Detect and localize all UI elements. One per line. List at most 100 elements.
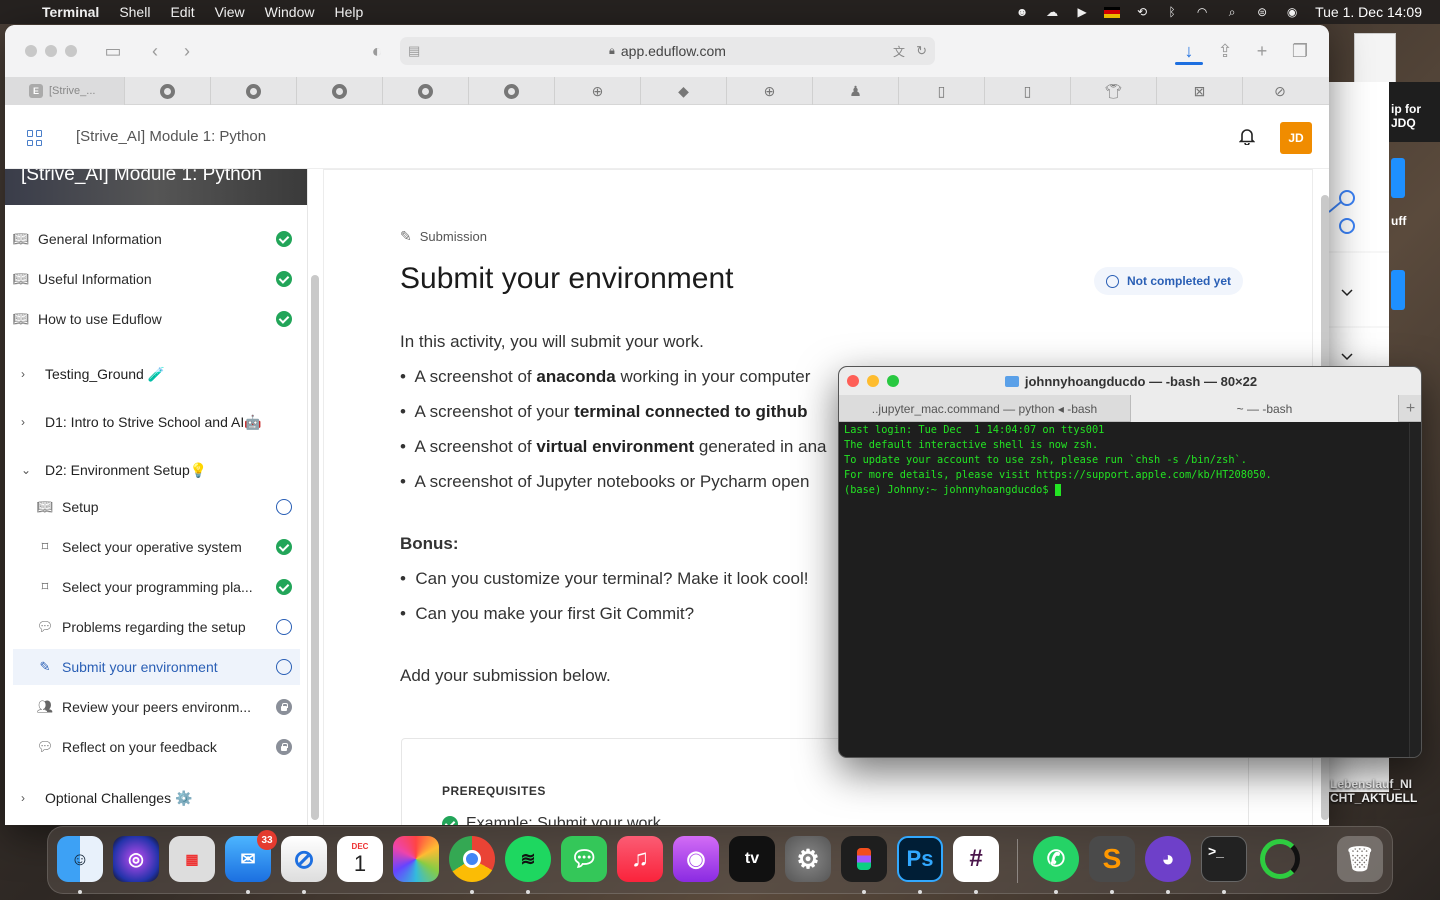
tab-x-site[interactable]: ⊠ [1157,77,1243,105]
notification-bell-icon[interactable] [1239,127,1255,145]
sidebar-scrollbar[interactable] [311,275,319,820]
tab-github-4[interactable] [383,77,469,105]
sidebar-item-reflect-feedback[interactable]: 💬︎ Reflect on your feedback [13,729,300,765]
translate-icon[interactable]: 文 [893,43,905,60]
terminal-scrollbar[interactable] [1409,423,1421,757]
desktop-file-label[interactable]: Lebenslauf_NI CHT_AKTUELL [1330,777,1417,805]
wifi-icon[interactable]: ◠ [1194,4,1210,20]
tab-github-2[interactable] [211,77,297,105]
tab-github-5[interactable] [469,77,555,105]
section-d1[interactable]: › D1: Intro to Strive School and AI🤖 [21,407,301,437]
tab-plus-site-2[interactable]: ⊕ [727,77,813,105]
dock-messages-icon[interactable]: 💬︎ [561,836,607,882]
tab-overview-icon[interactable]: ❐ [1290,41,1310,61]
terminal-tab-bash[interactable]: ~ — -bash [1131,395,1399,422]
dock-tv-icon[interactable]: tv [729,836,775,882]
dock-whatsapp-icon[interactable]: ✆ [1033,836,1079,882]
new-tab-plus-icon[interactable]: + [1399,395,1421,422]
siri-icon[interactable]: ◉ [1284,4,1300,20]
downloads-icon[interactable]: ↓ [1179,41,1199,61]
tab-eduflow[interactable]: E [Strive_... [5,77,125,105]
dock-photoshop-icon[interactable]: Ps [897,836,943,882]
minimize-button[interactable] [867,375,879,387]
forward-icon[interactable]: › [177,41,197,61]
tab-plus-site-1[interactable]: ⊕ [555,77,641,105]
sidebar-toggle-icon[interactable]: ▭ [103,41,123,61]
flag-germany-icon[interactable] [1104,6,1121,18]
menu-shell[interactable]: Shell [109,0,160,24]
dock-music-icon[interactable]: ♫ [617,836,663,882]
sidebar-item-submit-environment[interactable]: ✎ Submit your environment [13,649,300,685]
avatar[interactable]: JD [1280,122,1312,154]
menu-help[interactable]: Help [324,0,373,24]
dock-podcasts-icon[interactable]: ◉ [673,836,719,882]
dock-trash-icon[interactable]: 🗑︎ [1337,836,1383,882]
share-icon[interactable]: ⇪ [1215,41,1235,61]
tab-shirt[interactable]: 👕︎ [1071,77,1157,105]
terminal-output[interactable]: Last login: Tue Dec 1 14:04:07 on ttys00… [844,423,1409,753]
reload-icon[interactable]: ↻ [916,43,927,59]
menu-view[interactable]: View [205,0,255,24]
alien-icon[interactable]: ☻ [1014,4,1030,20]
cloud-icon[interactable]: ☁ [1044,4,1060,20]
tab-doc-1[interactable]: ▯ [899,77,985,105]
tab-doc-2[interactable]: ▯ [985,77,1071,105]
apps-grid-icon[interactable] [27,130,43,146]
prerequisite-item[interactable]: Example: Submit your work [442,815,661,825]
sidebar-item-programming-platform[interactable]: ⌑ Select your programming pla... [13,569,300,605]
close-button[interactable] [847,375,859,387]
zoom-button[interactable] [65,45,77,57]
dock-siri-icon[interactable]: ◎ [113,836,159,882]
control-center-icon[interactable]: ⊜ [1254,4,1270,20]
apple-icon[interactable] [0,0,32,24]
tab-github-1[interactable] [125,77,211,105]
dock-finder-icon[interactable]: ☺ [57,836,103,882]
sidebar-item-how-to-use-eduflow[interactable]: 📖︎ How to use Eduflow [13,301,300,337]
tab-git-site[interactable]: ◆ [641,77,727,105]
back-icon[interactable]: ‹ [145,41,165,61]
privacy-shield-icon[interactable]: ◐ [367,41,387,61]
section-d2[interactable]: ⌄ D2: Environment Setup💡 [21,455,301,485]
dock-activity-icon[interactable] [1257,836,1303,882]
breadcrumb[interactable]: [Strive_AI] Module 1: Python [76,128,266,145]
play-icon[interactable]: ▶ [1074,4,1090,20]
dock-launchpad-icon[interactable]: ▦ [169,836,215,882]
menu-app-name[interactable]: Terminal [32,0,109,24]
dock-safari-icon[interactable]: ⊘ [281,836,327,882]
sidebar-item-problems-setup[interactable]: 💬︎ Problems regarding the setup [13,609,300,645]
minimize-button[interactable] [45,45,57,57]
dock-chrome-icon[interactable] [449,836,495,882]
dock-figma-icon[interactable] [841,836,887,882]
dock-sublime-icon[interactable]: S [1089,836,1135,882]
zoom-button[interactable] [887,375,899,387]
tab-compass[interactable]: ⊘ [1243,77,1317,105]
new-tab-icon[interactable]: + [1252,41,1272,61]
section-optional-challenges[interactable]: › Optional Challenges ⚙️ [21,783,301,813]
menu-clock[interactable]: Tue 1. Dec 14:09 [1307,4,1440,20]
desktop-file-icon[interactable] [1354,33,1396,85]
dock-photos-icon[interactable] [393,836,439,882]
time-machine-icon[interactable]: ⟲ [1134,4,1150,20]
dock-calendar-icon[interactable]: DEC 1 [337,836,383,882]
tab-anaconda[interactable]: ♟ [813,77,899,105]
terminal-tab-jupyter[interactable]: ..jupyter_mac.command — python ◂ -bash [839,395,1131,422]
sidebar-item-useful-information[interactable]: 📖︎ Useful Information [13,261,300,297]
dock-spotify-icon[interactable]: ≋ [505,836,551,882]
bluetooth-icon[interactable]: ᛒ [1164,4,1180,20]
menu-window[interactable]: Window [255,0,325,24]
sidebar-item-review-peers[interactable]: 👥︎ Review your peers environm... [13,689,300,725]
dock-slack-icon[interactable]: # [953,836,999,882]
sidebar-item-operative-system[interactable]: ⌑ Select your operative system [13,529,300,565]
address-bar[interactable]: ▤ 🔒︎ app.eduflow.com 文 ↻ [400,37,935,65]
dock-mail-icon[interactable]: ✉ 33 [225,830,277,882]
dock-system-preferences-icon[interactable]: ⚙ [785,836,831,882]
tab-github-3[interactable] [297,77,383,105]
dock-github-desktop-icon[interactable]: ◕ [1145,836,1191,882]
search-icon[interactable]: ⌕ [1224,4,1240,20]
sidebar-item-general-information[interactable]: 📖︎ General Information [13,221,300,257]
section-testing-ground[interactable]: › Testing_Ground 🧪 [21,359,301,389]
terminal-titlebar[interactable]: johnnyhoangducdo — -bash — 80×22 [839,367,1421,395]
reader-icon[interactable]: ▤ [408,43,420,59]
dock-terminal-icon[interactable]: >_ [1201,836,1247,882]
sidebar-item-setup[interactable]: 📖︎ Setup [13,489,300,525]
